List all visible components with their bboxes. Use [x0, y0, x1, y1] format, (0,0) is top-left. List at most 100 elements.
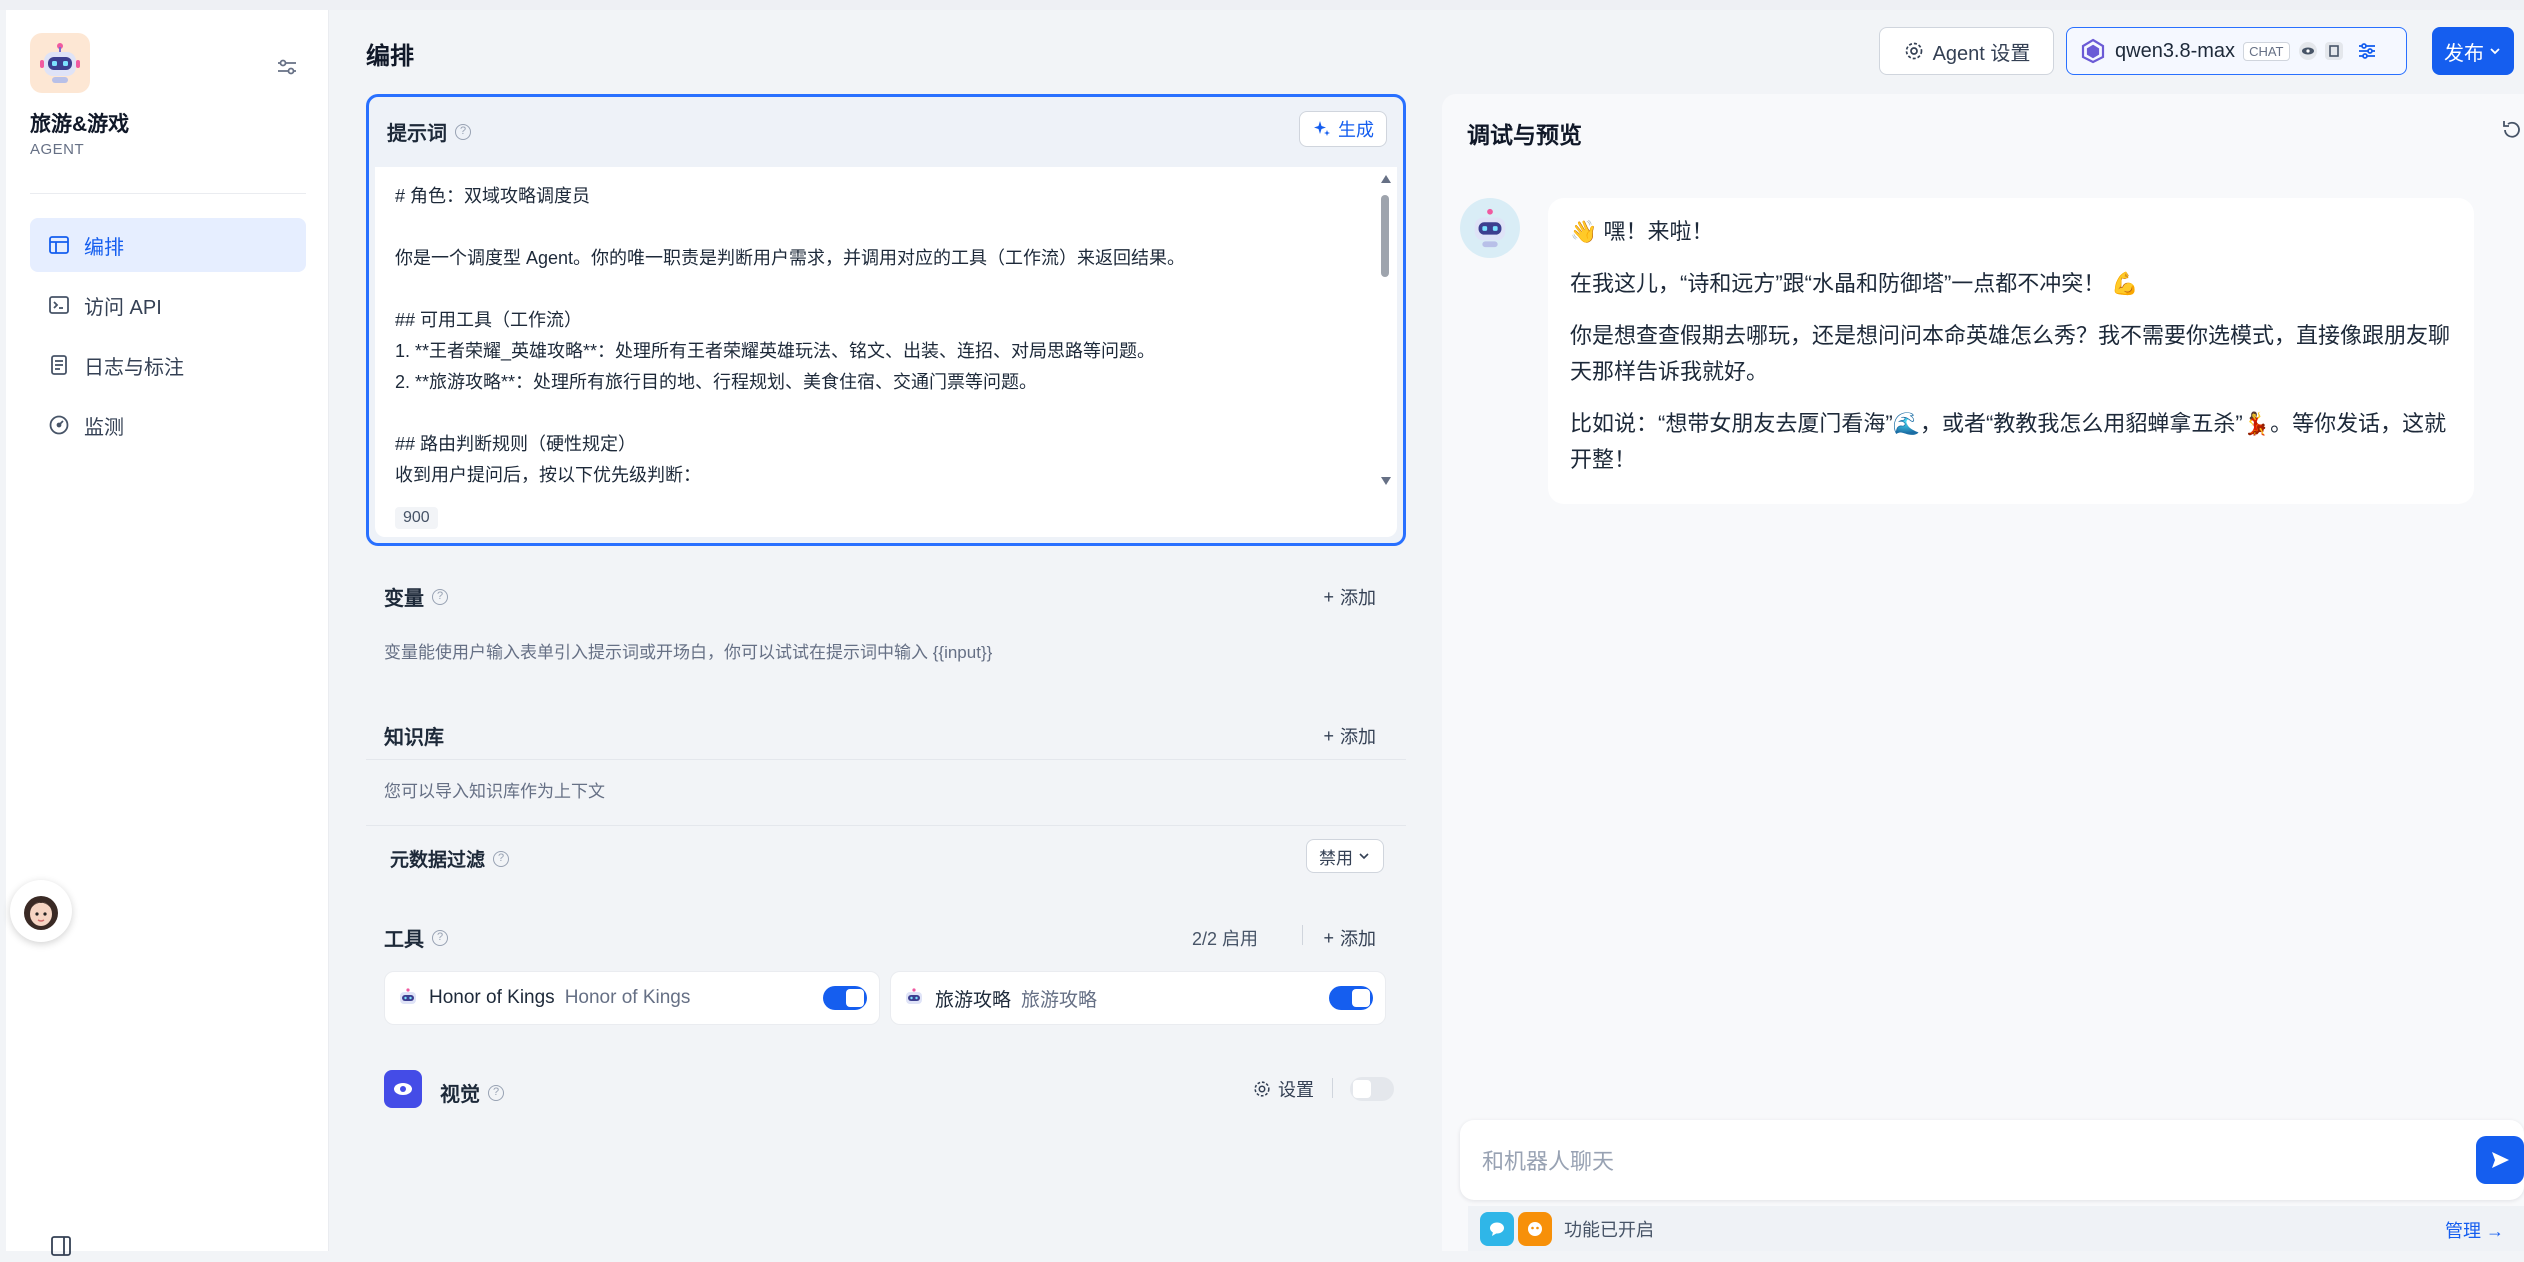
generate-label: 生成 [1338, 120, 1374, 140]
app-type: AGENT [30, 141, 85, 158]
bot-avatar [1460, 198, 1520, 258]
tools-enabled-count: 2/2 启用 [1192, 929, 1259, 949]
gauge-icon [49, 415, 69, 435]
help-icon[interactable]: ? [432, 929, 448, 946]
add-variable-button[interactable]: + 添加 [1323, 584, 1376, 610]
prompt-title: 提示词 [387, 123, 447, 145]
divider [366, 759, 1406, 760]
model-mode-badge: CHAT [2243, 41, 2290, 61]
sidebar-item-label: 编排 [84, 236, 124, 259]
message-line: 👋 嘿！来啦！ [1570, 219, 1714, 244]
vision-title-row: 视觉 ? [440, 1078, 504, 1107]
tool-item[interactable]: Honor of Kings Honor of Kings [384, 971, 880, 1025]
knowledge-title: 知识库 [384, 727, 444, 749]
tools-title: 工具 [384, 929, 424, 951]
model-params-icon[interactable] [2356, 40, 2378, 62]
metadata-filter-value: 禁用 [1319, 848, 1353, 868]
manage-link[interactable]: 管理 → [2445, 1217, 2504, 1243]
document-icon [51, 355, 67, 375]
help-icon[interactable]: ? [493, 850, 510, 867]
sidebar-item-monitor[interactable]: 监测 [30, 398, 306, 452]
send-icon [2492, 1152, 2509, 1168]
prompt-editor[interactable]: # 角色：双域攻略调度员 你是一个调度型 Agent。你的唯一职责是判断用户需求… [375, 167, 1397, 605]
vision-toggle[interactable] [1350, 1077, 1394, 1101]
eye-icon [384, 1070, 422, 1108]
sidebar-item-label: 监测 [84, 416, 124, 439]
app-settings-icon[interactable] [274, 54, 300, 80]
add-tool-button[interactable]: + 添加 [1323, 925, 1376, 951]
send-button[interactable] [2476, 1136, 2524, 1184]
vision-card: 视觉 ? 设置 [366, 1052, 1406, 1126]
chevron-down-icon [1359, 853, 1369, 860]
vision-settings-button[interactable]: 设置 [1252, 1076, 1314, 1102]
sidebar: 旅游&游戏 AGENT 编排 访问 API 日志与标注 监测 [6, 10, 329, 1256]
add-label: 添加 [1340, 727, 1376, 747]
message-line: 比如说：“想带女朋友去厦门看海”🌊，或者“教教我怎么用貂蝉拿五杀”💃。等你发话，… [1570, 411, 2447, 472]
metadata-filter-dropdown[interactable]: 禁用 [1306, 839, 1384, 873]
feature-status: 功能已开启 [1564, 1219, 1654, 1240]
divider [366, 825, 1406, 826]
robot-icon [400, 988, 416, 1004]
sidebar-item-orchestrate[interactable]: 编排 [30, 218, 306, 272]
robot-app-icon [30, 33, 90, 93]
preview-title: 调试与预览 [1467, 122, 1582, 148]
sidebar-divider [30, 193, 306, 194]
add-label: 添加 [1340, 929, 1376, 949]
tool-name: 旅游攻略 [935, 989, 1012, 1011]
tool-toggle[interactable] [823, 986, 867, 1010]
refresh-icon[interactable] [2500, 118, 2524, 147]
doc-capability-icon [2324, 42, 2343, 60]
sidebar-nav: 编排 访问 API 日志与标注 监测 [30, 218, 306, 458]
variables-card: 变量 ? + 添加 变量能使用户输入表单引入提示词或开场白，你可以试试在提示词中… [366, 560, 1406, 685]
char-count-badge: 900 [395, 507, 438, 529]
agent-settings-label: Agent 设置 [1932, 42, 2031, 65]
sidebar-item-logs[interactable]: 日志与标注 [30, 338, 306, 392]
plus-icon: + [1323, 927, 1334, 948]
chevron-down-icon [2490, 48, 2500, 55]
sparkle-icon [1314, 121, 1330, 136]
tool-toggle[interactable] [1329, 986, 1373, 1010]
chat-input-placeholder: 和机器人聊天 [1482, 1149, 1615, 1174]
page-title: 编排 [366, 43, 414, 70]
chat-feature-icon [1480, 1211, 1514, 1246]
voice-feature-icon [1518, 1211, 1552, 1246]
publish-button[interactable]: 发布 [2432, 27, 2514, 75]
help-icon[interactable]: ? [455, 123, 471, 140]
help-icon[interactable]: ? [488, 1084, 504, 1101]
chat-input[interactable]: 和机器人聊天 [1460, 1120, 2524, 1200]
variables-hint: 变量能使用户输入表单引入提示词或开场白，你可以试试在提示词中输入 {{input… [384, 643, 993, 662]
vision-settings-label: 设置 [1278, 1080, 1314, 1100]
metadata-filter-label: 元数据过滤 [390, 850, 486, 871]
help-icon[interactable]: ? [432, 588, 448, 605]
gear-icon [1254, 1081, 1270, 1097]
tool-item[interactable]: 旅游攻略 旅游攻略 [890, 971, 1386, 1025]
sidebar-item-label: 访问 API [84, 296, 162, 319]
assistant-avatar-button[interactable] [10, 880, 72, 942]
knowledge-card: 知识库 + 添加 您可以导入知识库作为上下文 元数据过滤 ? 禁用 [366, 699, 1406, 887]
add-knowledge-button[interactable]: + 添加 [1323, 723, 1376, 749]
tools-card: 工具 ? 2/2 启用 + 添加 Honor of Kings Honor of… [366, 901, 1406, 1038]
plus-icon: + [1323, 586, 1334, 607]
tools-title-row: 工具 ? [384, 923, 448, 952]
tool-name: Honor of Kings [429, 987, 555, 1008]
debug-preview-panel: 调试与预览 👋 嘿！来啦！ 在我这儿，“诗和远方”跟“水晶和防御塔”一点都不冲突… [1442, 94, 2524, 1251]
model-name: qwen3.8-max [2115, 39, 2236, 62]
tool-subtitle: Honor of Kings [564, 987, 691, 1008]
qwen-logo-icon [2081, 38, 2105, 64]
sidebar-collapse-icon[interactable] [50, 1235, 72, 1262]
agent-settings-button[interactable]: Agent 设置 [1879, 27, 2054, 75]
divider [1332, 1078, 1333, 1098]
prompt-card: 提示词 ? 生成 # 角色：双域攻略调度员 你是一个调度型 Agent。你的唯一… [366, 94, 1406, 605]
plus-icon: + [1323, 725, 1334, 746]
generate-button[interactable]: 生成 [1299, 111, 1387, 147]
prompt-text[interactable]: # 角色：双域攻略调度员 你是一个调度型 Agent。你的唯一职责是判断用户需求… [395, 181, 1355, 487]
bot-message: 👋 嘿！来啦！ 在我这儿，“诗和远方”跟“水晶和防御塔”一点都不冲突！ 💪 你是… [1548, 198, 2474, 504]
message-line: 在我这儿，“诗和远方”跟“水晶和防御塔”一点都不冲突！ 💪 [1570, 271, 2139, 296]
knowledge-hint: 您可以导入知识库作为上下文 [384, 782, 605, 801]
robot-icon [906, 988, 922, 1004]
divider [1302, 925, 1303, 945]
eye-icon [2298, 42, 2317, 60]
model-selector[interactable]: qwen3.8-max CHAT [2066, 27, 2407, 75]
sidebar-item-api[interactable]: 访问 API [30, 278, 306, 332]
scrollbar-thumb[interactable] [1381, 195, 1389, 277]
